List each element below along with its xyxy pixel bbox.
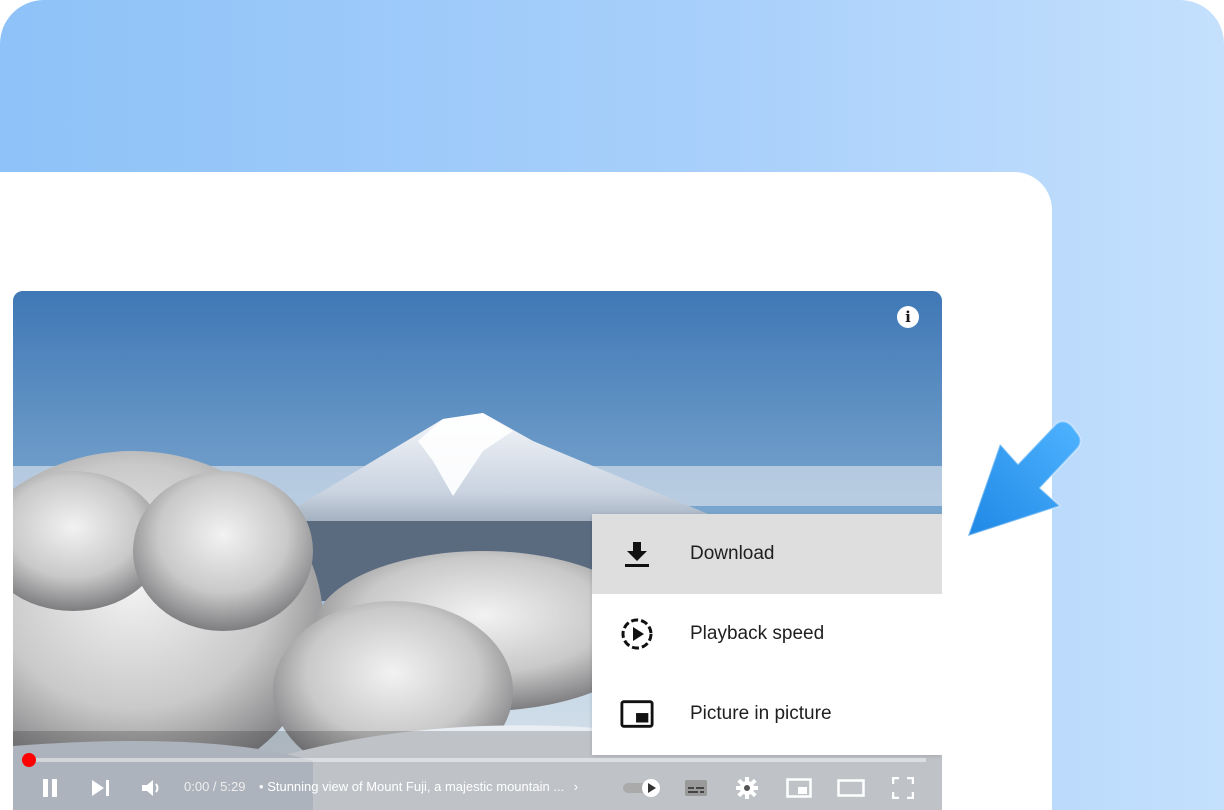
video-title[interactable]: • Stunning view of Mount Fuji, a majesti… (259, 779, 578, 794)
settings-icon[interactable] (735, 777, 759, 799)
theater-icon[interactable] (836, 777, 866, 799)
title-bullet: • (259, 779, 264, 794)
playback-speed-icon (620, 617, 654, 651)
video-player[interactable]: i Download Playback speed Picture in pic… (13, 291, 942, 810)
fullscreen-icon[interactable] (890, 777, 916, 799)
time-separator: / (209, 779, 221, 794)
volume-icon[interactable] (139, 777, 165, 799)
player-controls: 0:00 / 5:29 • Stunning view of Mount Fuj… (13, 767, 942, 810)
settings-menu: Download Playback speed Picture in pictu… (592, 514, 942, 755)
menu-item-label: Playback speed (690, 623, 825, 644)
menu-item-label: Download (690, 543, 775, 564)
progress-bar[interactable] (29, 758, 926, 762)
total-time: 5:29 (220, 779, 246, 794)
time-display: 0:00 / 5:29 (184, 779, 245, 794)
menu-item-playback-speed[interactable]: Playback speed (592, 594, 942, 674)
download-icon (620, 537, 654, 571)
menu-item-download[interactable]: Download (592, 514, 942, 594)
miniplayer-icon[interactable] (785, 777, 813, 799)
video-title-text: Stunning view of Mount Fuji, a majestic … (267, 779, 565, 794)
pause-icon[interactable] (39, 777, 61, 799)
chevron-right-icon[interactable]: › (574, 779, 578, 794)
scrubber-handle[interactable] (22, 753, 36, 767)
autoplay-toggle[interactable] (621, 777, 663, 799)
pointer-arrow-icon (967, 420, 1082, 537)
current-time: 0:00 (184, 779, 210, 794)
picture-in-picture-icon (620, 697, 654, 731)
menu-item-picture-in-picture[interactable]: Picture in picture (592, 674, 942, 754)
next-icon[interactable] (90, 777, 112, 799)
subtitles-icon[interactable] (683, 777, 709, 799)
info-icon[interactable]: i (897, 306, 919, 328)
menu-item-label: Picture in picture (690, 703, 832, 724)
